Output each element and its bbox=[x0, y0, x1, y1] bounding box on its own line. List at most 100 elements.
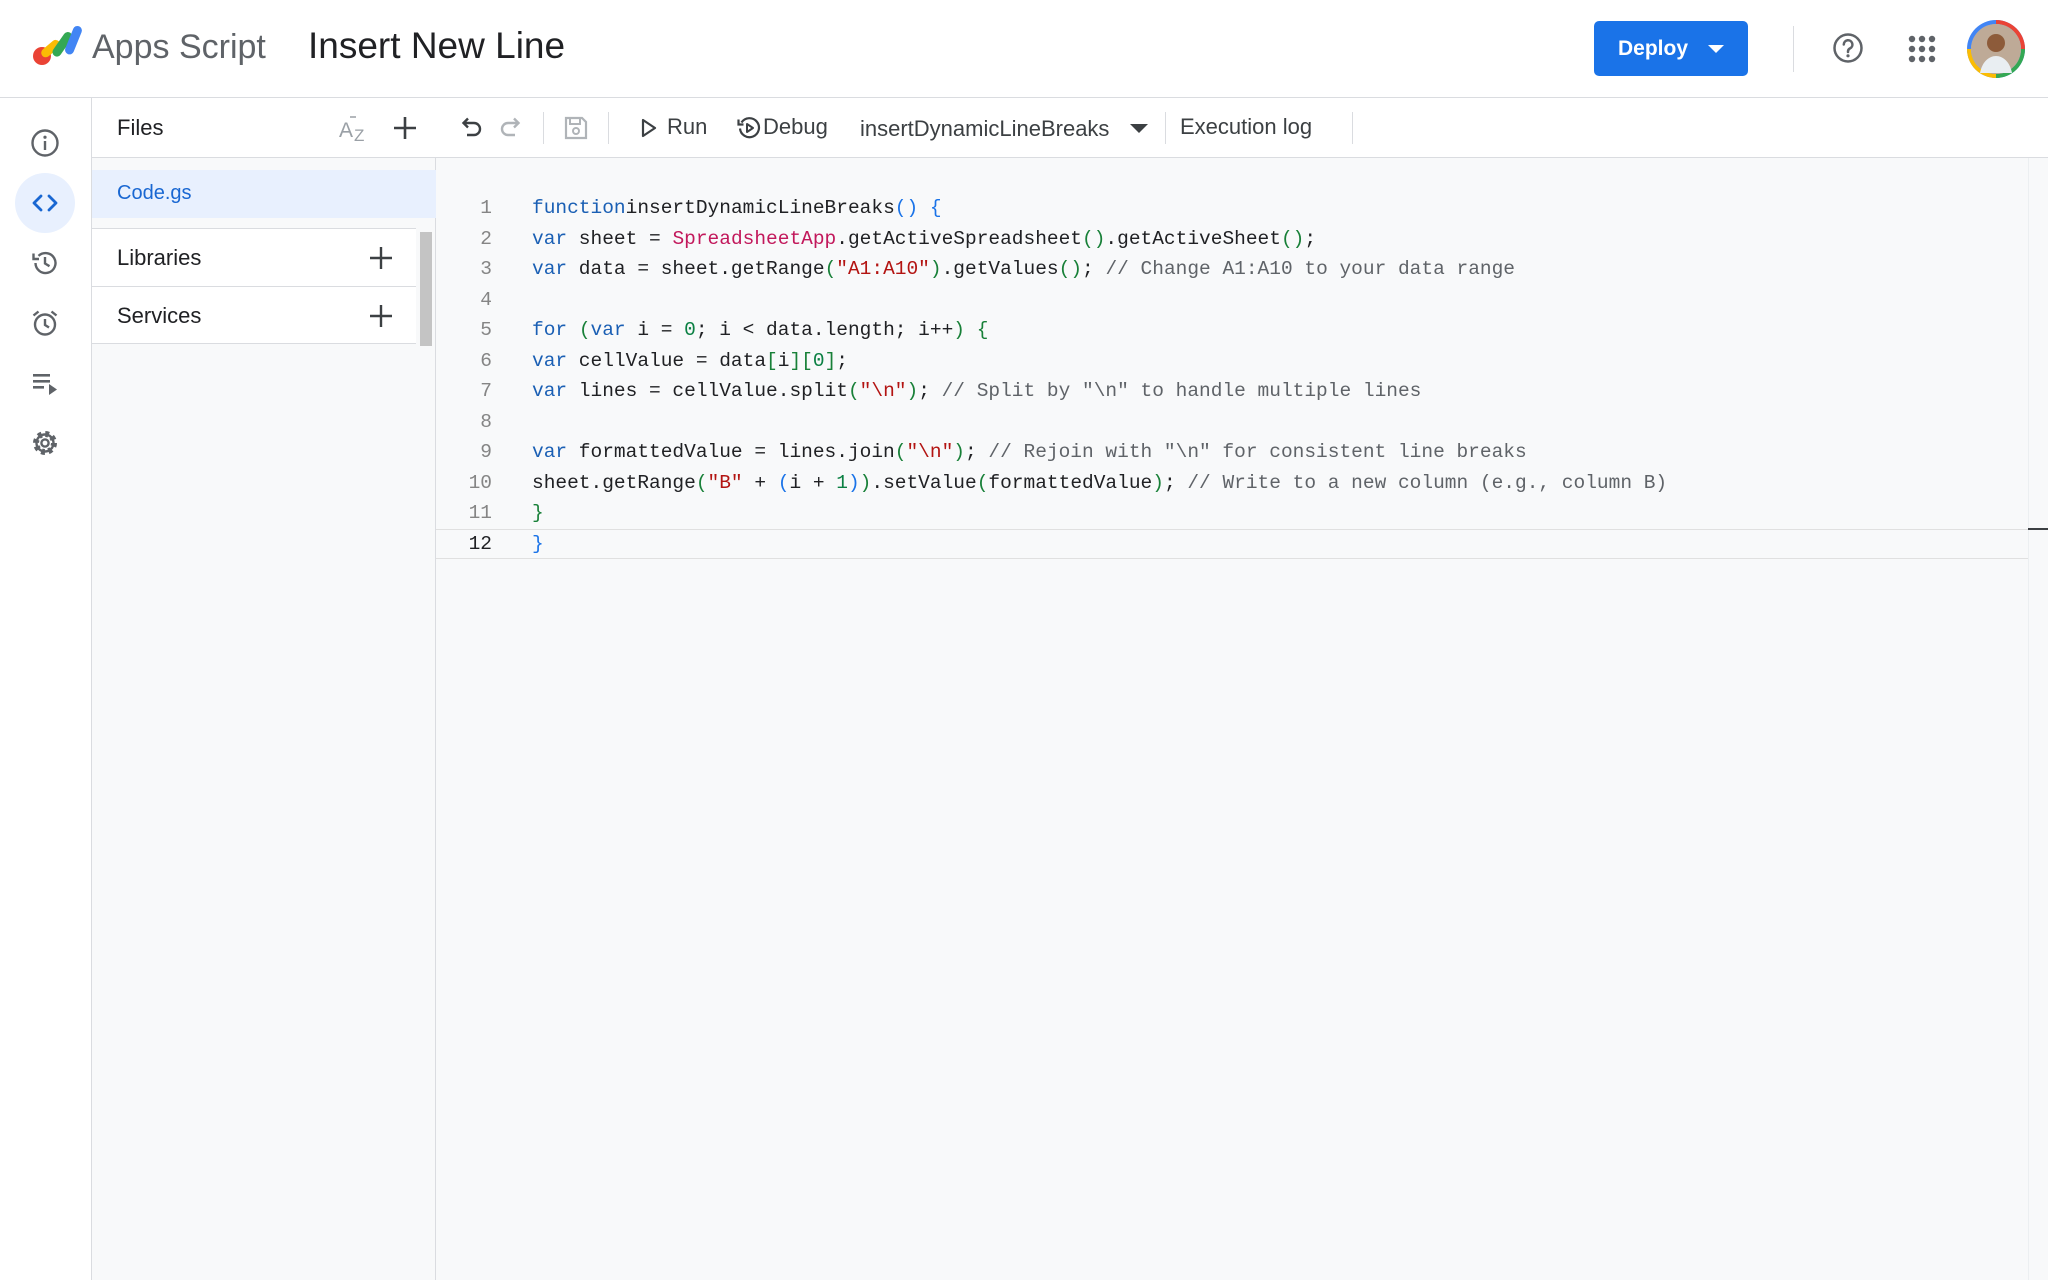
files-header: Files A Z bbox=[92, 98, 436, 158]
line-number: 2 bbox=[480, 227, 492, 250]
toolbar-divider bbox=[1165, 112, 1166, 144]
code-token: SpreadsheetApp bbox=[672, 227, 837, 250]
code-text: var lines = cellValue.split("\n"); // Sp… bbox=[532, 376, 1421, 406]
play-icon bbox=[641, 118, 657, 138]
files-panel: Files A Z Code.gs Libraries Services bbox=[92, 98, 436, 1280]
code-line[interactable]: 2 var sheet = SpreadsheetApp.getActiveSpr… bbox=[436, 224, 2048, 254]
code-line[interactable]: 12} bbox=[436, 528, 2048, 559]
add-service-icon[interactable] bbox=[368, 303, 394, 329]
project-title[interactable]: Insert New Line bbox=[308, 25, 565, 67]
code-token: var bbox=[532, 258, 568, 280]
code-line[interactable]: 1 functioninsertDynamicLineBreaks() { bbox=[436, 193, 2048, 223]
code-text: } bbox=[532, 498, 544, 528]
apps-script-logo-icon[interactable] bbox=[32, 24, 84, 68]
code-token: { bbox=[929, 197, 942, 219]
code-line[interactable]: 6 var cellValue = data[i][0]; bbox=[436, 346, 2048, 376]
code-token: insertDynamicLineBreaks bbox=[625, 197, 895, 219]
svg-text:A: A bbox=[339, 119, 353, 142]
code-line[interactable]: 11} bbox=[436, 498, 2048, 528]
code-text: var sheet = SpreadsheetApp.getActiveSpre… bbox=[532, 224, 1316, 254]
execution-log-button[interactable]: Execution log bbox=[1180, 98, 1340, 158]
avatar[interactable] bbox=[1966, 19, 2026, 79]
code-line[interactable]: 10 sheet.getRange("B" + (i + 1)).setValue… bbox=[436, 468, 2048, 498]
line-number: 12 bbox=[468, 532, 492, 555]
app-name[interactable]: Apps Script bbox=[92, 28, 266, 67]
help-icon[interactable] bbox=[1832, 32, 1864, 64]
code-token: ; bbox=[1163, 471, 1188, 494]
services-section[interactable]: Services bbox=[92, 286, 416, 344]
add-file-icon[interactable] bbox=[391, 114, 419, 142]
code-token: ) bbox=[953, 441, 965, 463]
caret-down-icon bbox=[1708, 45, 1724, 53]
code-text: } bbox=[532, 529, 544, 559]
file-item-code-gs[interactable]: Code.gs bbox=[92, 170, 436, 218]
nav-project-settings[interactable] bbox=[15, 413, 75, 473]
code-token: () bbox=[1082, 227, 1106, 250]
code-token: // Change A1:A10 to your data range bbox=[1105, 258, 1516, 280]
line-number: 1 bbox=[480, 197, 492, 219]
code-token: .getActiveSpreadsheet bbox=[836, 227, 1083, 250]
code-token: // Write to a new column (e.g., column B… bbox=[1187, 471, 1668, 494]
code-line[interactable]: 8 bbox=[436, 407, 2048, 437]
sort-az-icon[interactable]: A Z bbox=[338, 113, 372, 143]
deploy-button[interactable]: Deploy bbox=[1594, 21, 1748, 76]
code-token: () bbox=[894, 197, 919, 219]
nav-project-history[interactable] bbox=[15, 233, 75, 293]
line-number: 11 bbox=[468, 502, 492, 524]
editor-scrollbar[interactable] bbox=[2028, 158, 2048, 1280]
divider bbox=[1793, 26, 1794, 72]
google-apps-grid-icon[interactable] bbox=[1907, 34, 1937, 64]
code-token: // Split by "\n" to handle multiple line… bbox=[941, 380, 1422, 402]
line-number: 10 bbox=[468, 471, 492, 494]
code-token: ; bbox=[964, 441, 989, 463]
code-token: ; bbox=[1082, 258, 1106, 280]
code-token: formattedValue = lines.join bbox=[567, 441, 895, 463]
add-library-icon[interactable] bbox=[368, 245, 394, 271]
code-token: i + bbox=[789, 471, 837, 494]
code-line[interactable]: 9 var formattedValue = lines.join("\n"); … bbox=[436, 437, 2048, 467]
code-token: "\n" bbox=[906, 441, 954, 463]
top-bar: Apps Script Insert New Line Deploy bbox=[0, 0, 2048, 98]
code-token: 1 bbox=[836, 471, 848, 494]
libraries-section[interactable]: Libraries bbox=[92, 228, 416, 286]
code-token: formattedValue bbox=[988, 471, 1153, 494]
run-button[interactable]: Run bbox=[628, 98, 728, 158]
toolbar-divider bbox=[608, 112, 609, 144]
current-line-highlight bbox=[436, 528, 2028, 559]
code-text: for (var i = 0; i < data.length; i++) { bbox=[532, 315, 988, 345]
debug-button[interactable]: Debug bbox=[732, 98, 872, 158]
code-token: cellValue = data bbox=[567, 349, 767, 372]
panel-scrollbar[interactable] bbox=[420, 232, 432, 346]
code-token: ) bbox=[847, 471, 860, 494]
code-editor[interactable]: 1 functioninsertDynamicLineBreaks() { 2 var… bbox=[436, 158, 2048, 1280]
redo-icon[interactable] bbox=[498, 114, 526, 142]
code-token: lines = cellValue.split bbox=[567, 380, 848, 402]
code-line[interactable]: 4 bbox=[436, 285, 2048, 315]
nav-overview[interactable] bbox=[15, 113, 75, 173]
code-token: i = bbox=[625, 319, 685, 341]
code-token: ( bbox=[824, 258, 837, 280]
code-line[interactable]: 5 for (var i = 0; i < data.length; i++) { bbox=[436, 315, 2048, 345]
code-token: // Rejoin with "\n" for consistent line … bbox=[988, 441, 1527, 463]
nav-editor[interactable] bbox=[15, 173, 75, 233]
code-token: ] bbox=[789, 349, 802, 372]
line-number: 3 bbox=[480, 258, 492, 280]
nav-triggers[interactable] bbox=[15, 293, 75, 353]
code-token: 0 bbox=[812, 349, 825, 372]
save-icon[interactable] bbox=[562, 114, 590, 142]
function-select[interactable]: insertDynamicLineBreaks bbox=[860, 98, 1176, 158]
undo-icon[interactable] bbox=[456, 114, 484, 142]
code-token: ( bbox=[695, 471, 708, 494]
nav-executions[interactable] bbox=[15, 353, 75, 413]
code-text: var formattedValue = lines.join("\n"); /… bbox=[532, 437, 1527, 467]
info-icon bbox=[31, 129, 59, 157]
code-token: .setValue bbox=[871, 471, 977, 494]
code-token: ; bbox=[918, 380, 942, 402]
code-token: ; bbox=[1304, 227, 1317, 250]
code-line[interactable]: 3 var data = sheet.getRange("A1:A10").get… bbox=[436, 254, 2048, 284]
code-token: ( bbox=[578, 319, 591, 341]
function-name: insertDynamicLineBreaks bbox=[860, 116, 1110, 141]
code-token: ( bbox=[976, 471, 989, 494]
code-line[interactable]: 7 var lines = cellValue.split("\n"); // S… bbox=[436, 376, 2048, 406]
code-text: var cellValue = data[i][0]; bbox=[532, 346, 848, 376]
